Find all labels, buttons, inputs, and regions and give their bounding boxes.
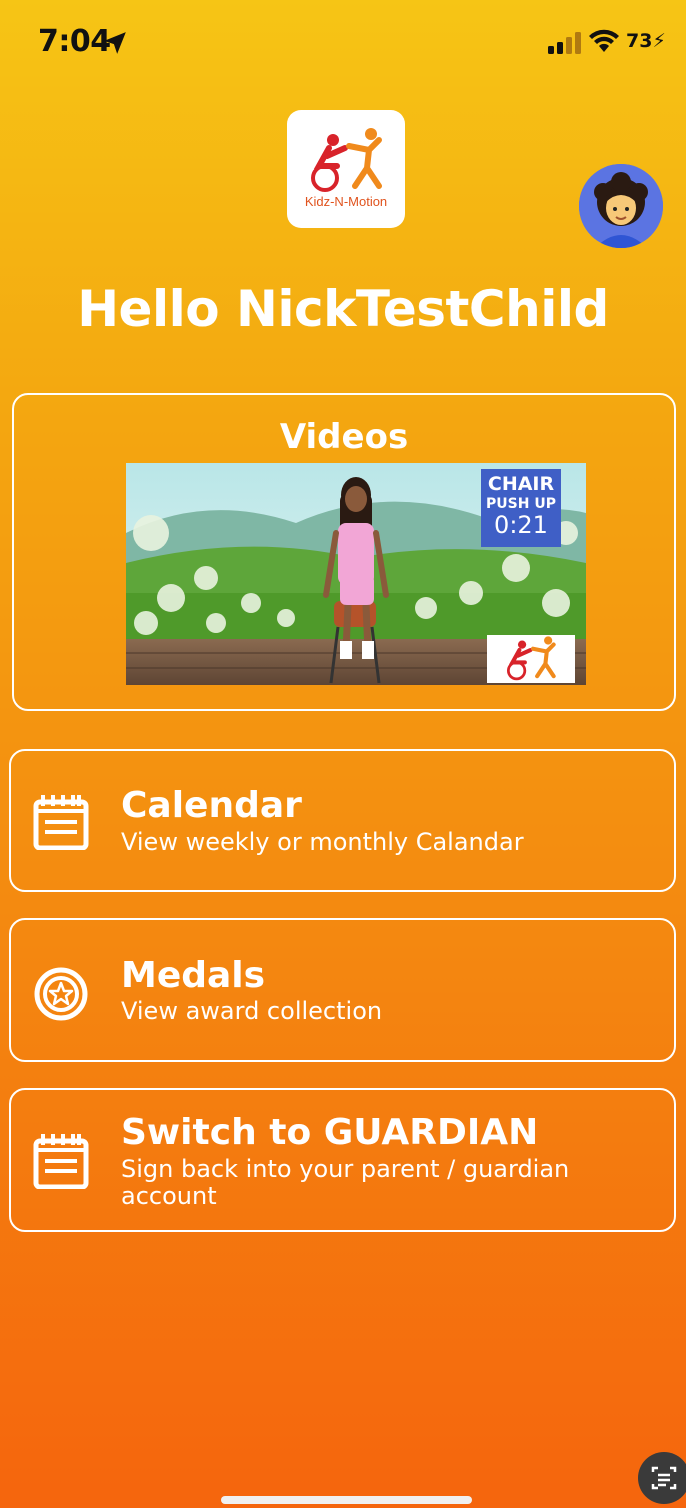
video-thumbnail[interactable]: CHAIR PUSH UP 0:21 [126, 463, 586, 685]
logo-text: Kidz-N-Motion [304, 194, 388, 209]
medals-subtitle: View award collection [121, 997, 383, 1025]
switch-guardian-title: Switch to GUARDIAN [121, 1112, 539, 1153]
live-text-button[interactable] [638, 1452, 686, 1504]
calendar-icon [33, 795, 89, 850]
medals-title: Medals [121, 955, 266, 996]
videos-card[interactable]: Videos CHAIR PUSH UP 0:21 [12, 393, 676, 711]
child-avatar-icon [579, 164, 663, 248]
charging-bolt-icon: ⚡ [652, 30, 666, 52]
medals-card[interactable]: Medals View award collection [9, 918, 676, 1062]
profile-avatar[interactable] [579, 164, 663, 248]
greeting-title: Hello NickTestChild [77, 280, 609, 338]
app-logo: Kidz-N-Motion [287, 110, 405, 228]
exercise-name-line1: CHAIR [487, 473, 555, 495]
thumbnail-logo [487, 635, 575, 683]
calendar-title: Calendar [121, 785, 302, 826]
medal-star-icon [34, 967, 88, 1021]
switch-guardian-card[interactable]: Switch to GUARDIAN Sign back into your p… [9, 1088, 676, 1232]
logo-figures-icon [507, 636, 556, 681]
status-time: 7:04 [38, 24, 111, 59]
location-arrow-icon [104, 32, 126, 54]
calendar-icon [33, 1134, 89, 1189]
exercise-badge: CHAIR PUSH UP 0:21 [481, 469, 561, 547]
wifi-icon [589, 29, 619, 52]
status-bar: 7:04 73⚡ [0, 0, 686, 88]
calendar-card[interactable]: Calendar View weekly or monthly Calandar [9, 749, 676, 892]
cellular-signal-icon [548, 32, 581, 54]
logo-figures-icon [311, 128, 382, 192]
battery-indicator: 73⚡ [626, 30, 666, 52]
videos-title: Videos [279, 417, 409, 457]
scan-text-icon [651, 1466, 677, 1490]
home-indicator[interactable] [221, 1496, 472, 1504]
calendar-subtitle: View weekly or monthly Calandar [121, 828, 524, 856]
battery-level: 73 [626, 30, 653, 52]
exercise-name-line2: PUSH UP [486, 496, 556, 512]
switch-guardian-subtitle: Sign back into your parent / guardian ac… [121, 1155, 570, 1210]
video-duration: 0:21 [494, 511, 548, 539]
